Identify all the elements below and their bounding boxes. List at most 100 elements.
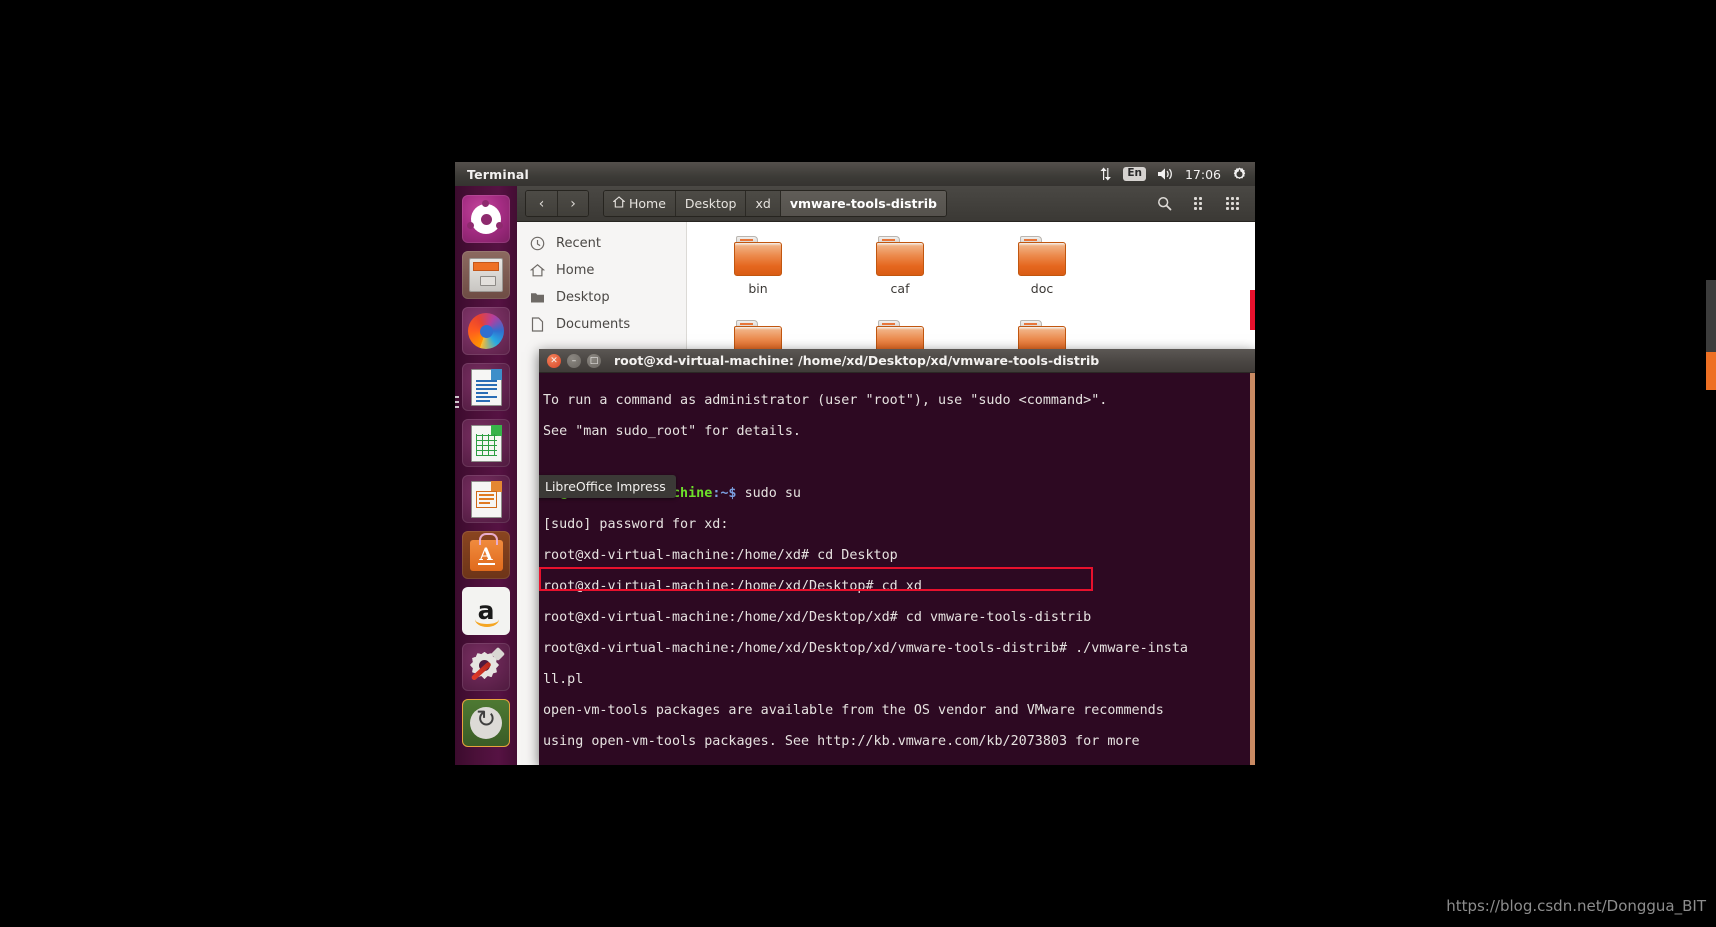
terminal-window: ✕ – □ root@xd-virtual-machine: /home/xd/… <box>539 349 1255 765</box>
forward-button[interactable]: › <box>557 191 588 216</box>
sidebar-item-documents[interactable]: Documents <box>517 311 686 338</box>
file-name: doc <box>1031 281 1053 296</box>
home-icon <box>613 196 625 211</box>
ubuntu-logo-icon <box>471 204 501 234</box>
folder-icon <box>1018 236 1066 276</box>
file-item[interactable]: bin <box>687 236 829 296</box>
terminal-line: To run a command as administrator (user … <box>543 393 1255 409</box>
sidebar-item-label: Documents <box>556 317 630 332</box>
writer-document-icon <box>471 369 502 406</box>
file-manager-toolbar-right <box>1149 191 1247 217</box>
folder-icon <box>734 236 782 276</box>
file-item-spacer <box>1113 236 1255 296</box>
terminal-line: root@xd-virtual-machine:/home/xd/Desktop… <box>543 610 1255 626</box>
terminal-line: using open-vm-tools packages. See http:/… <box>543 734 1255 750</box>
unity-launcher: A a <box>455 186 517 765</box>
document-icon <box>529 316 546 333</box>
list-view-icon[interactable] <box>1183 191 1213 217</box>
launcher-item-libreoffice-impress[interactable] <box>462 475 510 523</box>
breadcrumb-label: Desktop <box>685 196 737 211</box>
gear-power-icon[interactable] <box>1232 167 1247 182</box>
sidebar-item-label: Home <box>556 263 594 278</box>
home-icon <box>529 262 546 279</box>
grid-view-icon[interactable] <box>1217 191 1247 217</box>
close-button[interactable]: ✕ <box>547 354 561 368</box>
prompt-command: sudo su <box>745 486 801 501</box>
software-glyph: A <box>470 547 503 564</box>
panel-clock[interactable]: 17:06 <box>1185 167 1221 182</box>
scrollbar-thumb[interactable] <box>1706 352 1716 390</box>
launcher-item-software-updater[interactable] <box>462 699 510 747</box>
file-item[interactable]: caf <box>829 236 971 296</box>
terminal-titlebar: ✕ – □ root@xd-virtual-machine: /home/xd/… <box>539 349 1255 373</box>
page-scrollbar[interactable] <box>1706 280 1716 390</box>
sidebar-item-label: Desktop <box>556 290 610 305</box>
file-manager-window: ‹ › Home Desktop xd <box>517 186 1255 765</box>
refresh-arrow-icon <box>470 707 502 739</box>
terminal-line: root@xd-virtual-machine:/home/xd/Desktop… <box>543 641 1255 657</box>
highlight-annotation-box <box>539 567 1093 591</box>
launcher-item-libreoffice-writer[interactable] <box>462 363 510 411</box>
breadcrumb-item-xd[interactable]: xd <box>745 191 779 216</box>
terminal-line: [sudo] password for xd: <box>543 517 1255 533</box>
launcher-item-ubuntu-dash[interactable] <box>462 195 510 243</box>
screenshot-root: Terminal En 17:06 <box>0 0 1716 927</box>
minimize-button[interactable]: – <box>567 354 581 368</box>
terminal-line: ll.pl <box>543 672 1255 688</box>
terminal-line: open-vm-tools packages are available fro… <box>543 703 1255 719</box>
search-icon[interactable] <box>1149 191 1179 217</box>
breadcrumb-item-vmware-tools-distrib[interactable]: vmware-tools-distrib <box>780 191 946 216</box>
breadcrumb: Home Desktop xd vmware-tools-distrib <box>603 190 947 217</box>
file-cabinet-icon <box>469 258 503 292</box>
terminal-title: root@xd-virtual-machine: /home/xd/Deskto… <box>614 353 1099 368</box>
terminal-body[interactable]: To run a command as administrator (user … <box>539 373 1255 765</box>
clock-icon <box>529 235 546 252</box>
file-name: caf <box>891 281 910 296</box>
sidebar-item-recent[interactable]: Recent <box>517 230 686 257</box>
impress-presentation-icon <box>471 481 502 518</box>
file-item[interactable]: doc <box>971 236 1113 296</box>
sidebar-item-home[interactable]: Home <box>517 257 686 284</box>
calc-spreadsheet-icon <box>471 425 502 462</box>
firefox-icon <box>468 313 504 349</box>
launcher-item-ubuntu-software[interactable]: A <box>462 531 510 579</box>
amazon-glyph-icon: a <box>478 601 495 621</box>
folder-icon <box>876 236 924 276</box>
breadcrumb-label: vmware-tools-distrib <box>790 196 937 211</box>
panel-indicators: En 17:06 <box>1099 167 1255 182</box>
network-updown-icon[interactable] <box>1099 167 1112 181</box>
launcher-grip <box>455 396 459 410</box>
folder-icon <box>529 289 546 306</box>
terminal-line: See "man sudo_root" for details. <box>543 424 1255 440</box>
sidebar-item-desktop[interactable]: Desktop <box>517 284 686 311</box>
sidebar-item-label: Recent <box>556 236 601 251</box>
launcher-item-files[interactable] <box>462 251 510 299</box>
gear-wrench-icon <box>469 650 503 684</box>
terminal-scrollbar[interactable] <box>1250 373 1255 765</box>
desktop-edge-marker <box>1250 290 1255 330</box>
software-bag-icon: A <box>470 540 503 571</box>
launcher-item-system-settings[interactable] <box>462 643 510 691</box>
launcher-item-libreoffice-calc[interactable] <box>462 419 510 467</box>
launcher-tooltip: LibreOffice Impress <box>539 475 676 498</box>
launcher-item-firefox[interactable] <box>462 307 510 355</box>
breadcrumb-item-home[interactable]: Home <box>604 191 675 216</box>
file-grid: bin caf doc <box>687 222 1255 360</box>
terminal-line <box>543 455 1255 471</box>
breadcrumb-item-desktop[interactable]: Desktop <box>675 191 746 216</box>
watermark: https://blog.csdn.net/Donggua_BIT <box>1446 897 1706 915</box>
ubuntu-desktop: Terminal En 17:06 <box>455 162 1255 765</box>
keyboard-layout-indicator[interactable]: En <box>1123 167 1146 181</box>
breadcrumb-label: xd <box>755 196 770 211</box>
back-button[interactable]: ‹ <box>526 191 557 216</box>
launcher-item-amazon[interactable]: a <box>462 587 510 635</box>
maximize-button[interactable]: □ <box>587 354 601 368</box>
terminal-line: root@xd-virtual-machine:/home/xd# cd Des… <box>543 548 1255 564</box>
terminal-line: information. <box>543 765 1255 766</box>
file-manager-toolbar: ‹ › Home Desktop xd <box>517 186 1255 222</box>
file-name: bin <box>748 281 767 296</box>
volume-icon[interactable] <box>1157 167 1174 181</box>
top-panel: Terminal En 17:06 <box>455 162 1255 186</box>
panel-app-title: Terminal <box>467 167 529 182</box>
breadcrumb-label: Home <box>629 196 666 211</box>
